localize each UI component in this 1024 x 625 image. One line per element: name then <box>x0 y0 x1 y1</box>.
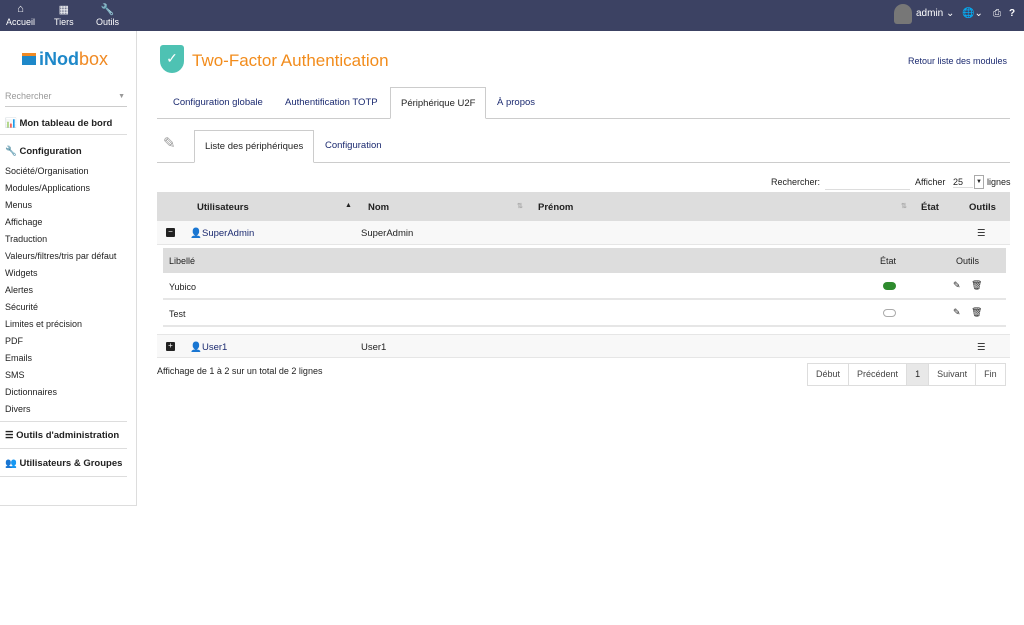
sidebar-item[interactable]: Dictionnaires <box>5 387 57 397</box>
col-outils: Outils <box>956 256 980 266</box>
toggle-on-icon[interactable] <box>883 282 896 290</box>
device-row: Test ✎ 🗑 <box>163 300 1006 327</box>
user-link[interactable]: User1 <box>202 342 227 353</box>
pencil-icon: ✎ <box>163 135 176 152</box>
col-utilisateurs[interactable]: Utilisateurs <box>197 202 249 213</box>
tab-configuration[interactable]: Configuration <box>315 130 392 163</box>
lines-label: lignes <box>987 177 1011 187</box>
help-icon[interactable]: ? <box>1009 8 1015 19</box>
table-search-input[interactable] <box>825 176 910 190</box>
print-icon[interactable]: ⎙ <box>993 8 1001 19</box>
sidebar-item[interactable]: Limites et précision <box>5 319 82 329</box>
sidebar-configuration[interactable]: 🔧 Configuration <box>5 146 82 157</box>
sidebar-dashboard[interactable]: 📊 Mon tableau de bord <box>5 118 112 129</box>
tab-totp[interactable]: Authentification TOTP <box>275 87 388 119</box>
top-bar: ⌂ Accueil ▦ Tiers 🔧 Outils admin ⌄ 🌐⌄ ⎙ ? <box>0 0 1024 31</box>
sidebar-item[interactable]: Sécurité <box>5 302 38 312</box>
nav-outils[interactable]: 🔧 Outils <box>96 3 119 27</box>
sidebar-item[interactable]: Valeurs/filtres/tris par défaut <box>5 251 116 261</box>
user-link[interactable]: SuperAdmin <box>202 228 254 239</box>
user-icon: 👤 <box>190 228 202 239</box>
sidebar-item[interactable]: Affichage <box>5 217 42 227</box>
device-row: Yubico ✎ 🗑 <box>163 273 1006 300</box>
sidebar-item[interactable]: PDF <box>5 336 23 346</box>
collapse-icon[interactable]: − <box>166 228 175 237</box>
shield-check-icon: ✓ <box>160 45 184 73</box>
col-libelle: Libellé <box>169 256 196 266</box>
sidebar-item[interactable]: SMS <box>5 370 25 380</box>
page-1[interactable]: 1 <box>907 364 930 385</box>
sidebar: iNodbox Rechercher ▼ 📊 Mon tableau de bor… <box>0 31 137 506</box>
sidebar-item[interactable]: Widgets <box>5 268 38 278</box>
tab-a-propos[interactable]: À propos <box>487 87 545 119</box>
sort-asc-icon: ▲ <box>345 202 352 209</box>
user-icon: 👤 <box>190 342 202 353</box>
user-menu[interactable]: admin ⌄ <box>916 8 954 19</box>
col-etat: État <box>880 256 897 266</box>
sidebar-item[interactable]: Emails <box>5 353 32 363</box>
list-icon[interactable]: ☰ <box>977 228 986 239</box>
avatar[interactable] <box>894 4 912 24</box>
pagination: Début Précédent 1 Suivant Fin <box>807 363 1006 386</box>
table-row: + 👤 User1 User1 ☰ <box>157 334 1010 358</box>
sidebar-search[interactable]: Rechercher ▼ <box>5 91 127 107</box>
col-prenom[interactable]: Prénom <box>538 202 573 213</box>
page-title: Two-Factor Authentication <box>192 51 389 70</box>
trash-icon[interactable]: 🗑 <box>971 307 982 318</box>
page-last[interactable]: Fin <box>976 364 1005 385</box>
sidebar-item[interactable]: Traduction <box>5 234 47 244</box>
page-first[interactable]: Début <box>808 364 850 385</box>
col-etat: État <box>921 202 939 213</box>
building-icon: ▦ <box>58 4 70 16</box>
list-icon[interactable]: ☰ <box>977 342 986 353</box>
toggle-off-icon[interactable] <box>883 309 896 317</box>
page-size-select[interactable]: 25 <box>953 177 973 188</box>
sub-tabs: ✎ Liste des périphériques Configuration <box>157 130 1010 163</box>
page-next[interactable]: Suivant <box>929 364 977 385</box>
sidebar-item[interactable]: Menus <box>5 200 32 210</box>
caret-down-icon: ▼ <box>118 93 125 100</box>
sub-table-header: Libellé État Outils <box>163 248 1006 273</box>
home-icon: ⌂ <box>17 3 24 15</box>
sidebar-item[interactable]: Société/Organisation <box>5 166 89 176</box>
trash-icon[interactable]: 🗑 <box>971 280 982 291</box>
sort-icon: ⇅ <box>517 203 523 210</box>
table-header: Utilisateurs ▲ Nom ⇅ Prénom ⇅ État Outil… <box>157 192 1010 221</box>
sidebar-item[interactable]: Divers <box>5 404 31 414</box>
back-to-modules-link[interactable]: Retour liste des modules <box>908 56 1007 66</box>
tab-u2f[interactable]: Périphérique U2F <box>390 87 487 119</box>
caret-down-icon[interactable]: ▼ <box>974 175 984 189</box>
search-label: Rechercher: <box>771 177 821 187</box>
logo[interactable]: iNodbox <box>22 49 108 70</box>
col-nom[interactable]: Nom <box>368 202 389 213</box>
sidebar-users-groups[interactable]: 👥 Utilisateurs & Groupes <box>5 458 122 469</box>
sidebar-item[interactable]: Modules/Applications <box>5 183 90 193</box>
device-label: Test <box>169 309 186 319</box>
expand-icon[interactable]: + <box>166 342 175 351</box>
table-info: Affichage de 1 à 2 sur un total de 2 lig… <box>157 366 323 376</box>
main-tabs: Configuration globale Authentification T… <box>157 87 1010 119</box>
nom-cell: User1 <box>361 342 387 353</box>
edit-icon[interactable]: ✎ <box>953 280 961 291</box>
sort-icon: ⇅ <box>901 203 907 210</box>
sidebar-item[interactable]: Alertes <box>5 285 33 295</box>
table-row: − 👤 SuperAdmin SuperAdmin ☰ <box>157 221 1010 245</box>
col-outils: Outils <box>969 202 996 213</box>
nom-cell: SuperAdmin <box>361 228 414 239</box>
tab-device-list[interactable]: Liste des périphériques <box>194 130 315 163</box>
sidebar-admin-tools[interactable]: ☰ Outils d'administration <box>5 430 119 441</box>
wrench-icon: 🔧 <box>100 4 115 16</box>
globe-icon[interactable]: 🌐⌄ <box>962 8 983 19</box>
show-label: Afficher <box>915 177 946 187</box>
page-prev[interactable]: Précédent <box>849 364 908 385</box>
device-label: Yubico <box>169 282 197 292</box>
nav-accueil[interactable]: ⌂ Accueil <box>6 3 35 27</box>
edit-icon[interactable]: ✎ <box>953 307 961 318</box>
nav-tiers[interactable]: ▦ Tiers <box>54 3 74 27</box>
tab-config-globale[interactable]: Configuration globale <box>163 87 273 119</box>
